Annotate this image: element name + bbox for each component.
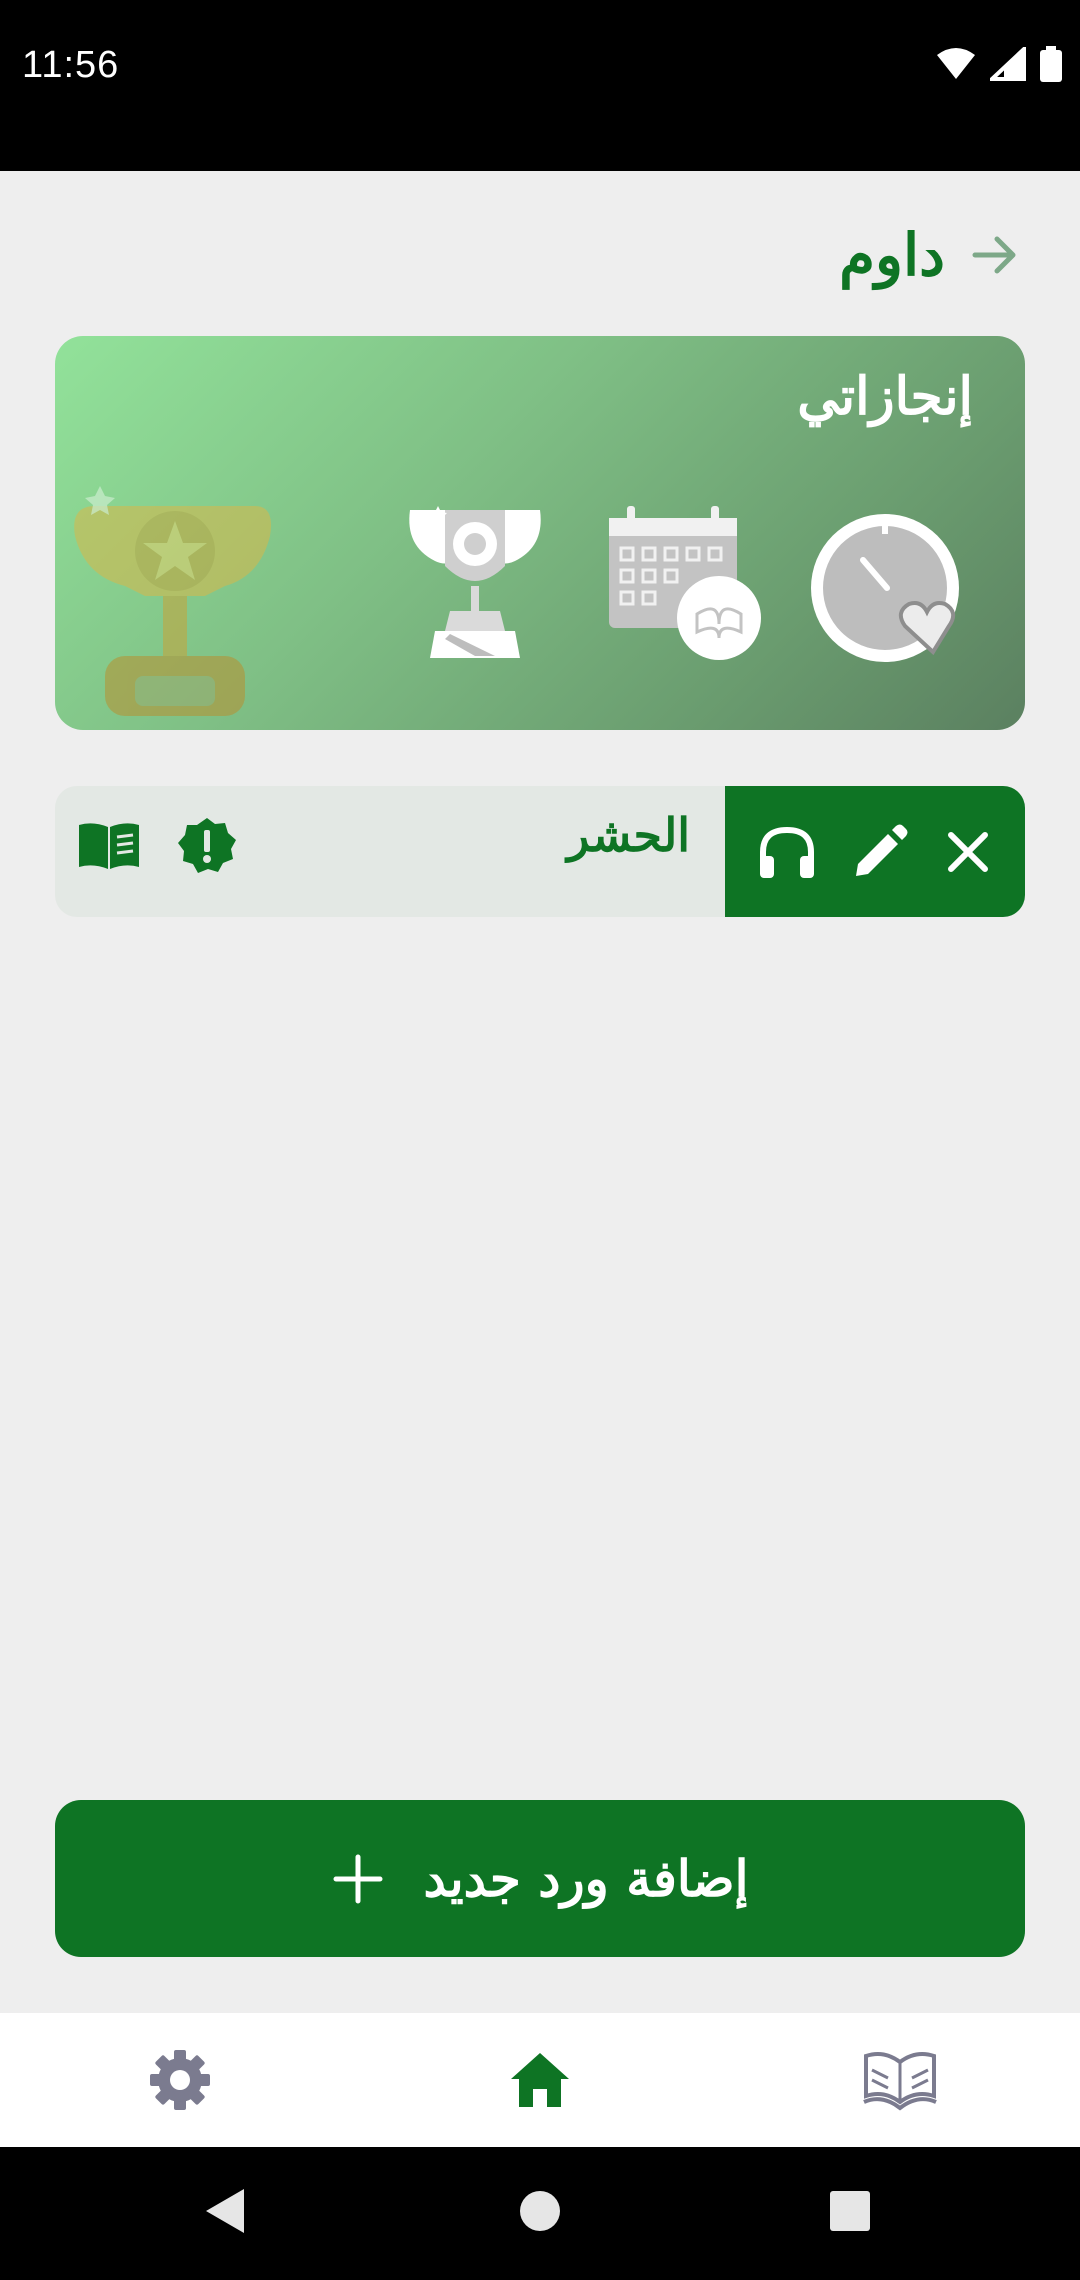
achievements-title: إنجازاتي bbox=[797, 366, 973, 427]
wird-name: الحشر bbox=[567, 808, 690, 862]
status-bar: 11:56 bbox=[0, 0, 1080, 171]
nav-home[interactable] bbox=[440, 2013, 640, 2147]
plus-icon bbox=[333, 1854, 383, 1903]
edit-pencil-icon[interactable] bbox=[852, 824, 908, 880]
nav-settings[interactable] bbox=[80, 2013, 280, 2147]
achievements-card[interactable]: إنجازاتي bbox=[55, 336, 1025, 730]
trophy-icon[interactable] bbox=[405, 506, 545, 666]
arrow-right-icon[interactable] bbox=[965, 225, 1025, 285]
app-title: داوم bbox=[839, 221, 945, 289]
calendar-quran-icon[interactable] bbox=[605, 504, 765, 664]
home-circle-icon[interactable] bbox=[515, 2183, 565, 2239]
header: داوم bbox=[839, 200, 1025, 310]
add-wird-button[interactable]: إضافة ورد جديد bbox=[55, 1800, 1025, 1957]
wird-actions bbox=[725, 786, 1025, 917]
signal-icon bbox=[990, 47, 1026, 81]
nav-quran[interactable] bbox=[800, 2013, 1000, 2147]
close-icon[interactable] bbox=[943, 827, 993, 877]
battery-icon bbox=[1040, 46, 1062, 82]
quran-book-icon bbox=[863, 2052, 937, 2111]
alert-badge-icon[interactable] bbox=[177, 816, 237, 876]
open-book-icon[interactable] bbox=[77, 821, 141, 871]
wird-item-row[interactable]: الحشر bbox=[55, 786, 1025, 917]
settings-gear-icon bbox=[150, 2050, 210, 2110]
add-wird-label: إضافة ورد جديد bbox=[423, 1849, 749, 1908]
wird-status-icons bbox=[77, 816, 237, 876]
system-navigation-bar bbox=[0, 2147, 1080, 2280]
recents-square-icon[interactable] bbox=[825, 2183, 875, 2239]
bottom-navigation bbox=[0, 2013, 1080, 2147]
status-icons bbox=[936, 46, 1062, 82]
wifi-icon bbox=[937, 48, 975, 79]
status-time: 11:56 bbox=[22, 44, 120, 86]
timer-heart-icon[interactable] bbox=[805, 504, 975, 674]
home-icon bbox=[511, 2053, 569, 2107]
back-triangle-icon[interactable] bbox=[200, 2183, 250, 2239]
background-trophy-icon bbox=[74, 486, 272, 716]
headphones-icon[interactable] bbox=[757, 824, 817, 880]
